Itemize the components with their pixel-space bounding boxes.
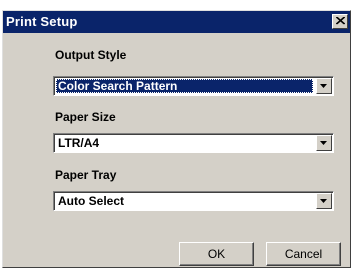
output-style-label: Output Style — [55, 48, 127, 62]
dialog-title: Print Setup — [6, 14, 78, 29]
paper-size-dropdown-button[interactable] — [316, 135, 332, 151]
close-icon — [336, 17, 345, 25]
close-button[interactable] — [332, 14, 348, 29]
paper-tray-label: Paper Tray — [55, 168, 117, 182]
ok-button[interactable]: OK — [179, 242, 254, 266]
paper-tray-value: Auto Select — [58, 194, 125, 208]
paper-size-select[interactable]: LTR/A4 — [53, 133, 334, 153]
output-style-dropdown-button[interactable] — [316, 78, 332, 94]
paper-size-value: LTR/A4 — [58, 136, 100, 150]
chevron-down-icon — [320, 141, 327, 145]
title-bar[interactable]: Print Setup — [3, 11, 350, 33]
chevron-down-icon — [320, 199, 327, 203]
print-setup-dialog: Print Setup Output Style Color Search Pa… — [2, 10, 351, 268]
paper-size-label: Paper Size — [55, 110, 116, 124]
chevron-down-icon — [320, 84, 327, 88]
output-style-value: Color Search Pattern — [56, 79, 313, 93]
output-style-select[interactable]: Color Search Pattern — [53, 76, 334, 96]
paper-tray-dropdown-button[interactable] — [316, 193, 332, 209]
paper-tray-select[interactable]: Auto Select — [53, 191, 334, 211]
cancel-button[interactable]: Cancel — [266, 242, 341, 266]
